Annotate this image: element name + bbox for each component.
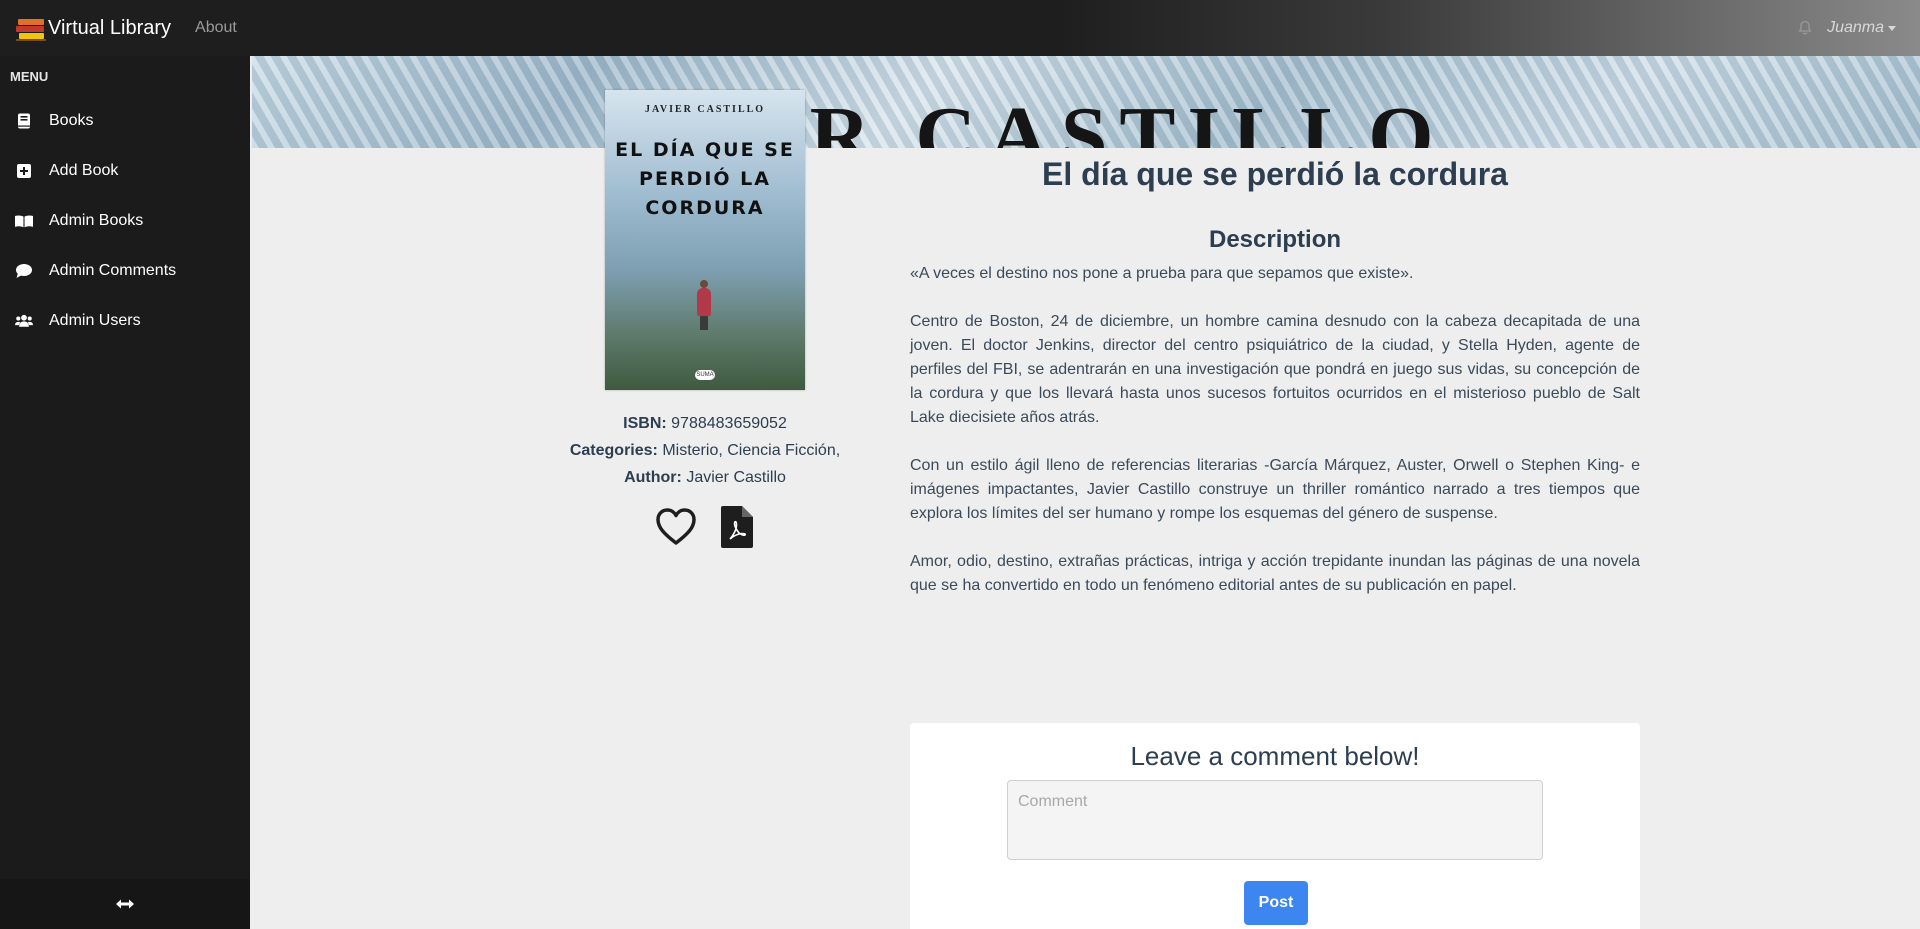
user-menu-dropdown[interactable]: Juanma xyxy=(1827,19,1896,37)
cover-publisher-logo: SUMA xyxy=(695,370,715,380)
sidebar-item-add-book[interactable]: Add Book xyxy=(0,151,250,191)
sidebar-item-label: Admin Books xyxy=(49,212,144,229)
comment-card: Leave a comment below! Post xyxy=(910,723,1640,929)
book-actions xyxy=(655,506,753,548)
sidebar-toggle-button[interactable] xyxy=(0,879,250,929)
sidebar-item-label: Add Book xyxy=(49,162,119,179)
isbn-row: ISBN: 9788483659052 xyxy=(505,410,905,437)
heart-icon[interactable] xyxy=(655,507,697,547)
plus-square-icon xyxy=(15,162,33,180)
sidebar-item-label: Books xyxy=(49,112,94,129)
isbn-label: ISBN: xyxy=(623,415,667,432)
top-navbar: Virtual Library About Juanma xyxy=(0,0,1920,56)
chevron-down-icon xyxy=(1888,25,1896,31)
book-cover-image: JAVIER CASTILLO EL DÍA QUE SE PERDIÓ LA … xyxy=(605,90,805,390)
cover-figure xyxy=(697,280,711,330)
pdf-file-icon[interactable] xyxy=(721,506,753,548)
author-label: Author: xyxy=(624,469,682,486)
categories-row: Categories: Misterio, Ciencia Ficción, xyxy=(505,437,905,464)
book-title: El día que se perdió la cordura xyxy=(1042,156,1508,192)
author-value: Javier Castillo xyxy=(686,469,786,486)
sidebar-item-admin-users[interactable]: Admin Users xyxy=(0,301,250,341)
sidebar-item-label: Admin Users xyxy=(49,312,141,329)
sidebar-item-books[interactable]: Books xyxy=(0,101,250,141)
sidebar-item-admin-comments[interactable]: Admin Comments xyxy=(0,251,250,291)
sidebar-item-label: Admin Comments xyxy=(49,262,177,279)
sidebar-menu-title: MENU xyxy=(10,69,49,84)
brand-link[interactable]: Virtual Library xyxy=(16,16,172,41)
comment-input[interactable] xyxy=(1007,780,1543,860)
author-banner-image: IER CASTILLO xyxy=(252,56,1920,148)
post-comment-button[interactable]: Post xyxy=(1244,881,1308,925)
description-paragraph: Amor, odio, destino, extrañas prácticas,… xyxy=(910,553,1640,594)
comment-heading: Leave a comment below! xyxy=(1130,741,1420,771)
sidebar: MENU Books Add Book Admin Books Admin Co… xyxy=(0,56,250,929)
main-content: IER CASTILLO JAVIER CASTILLO EL DÍA QUE … xyxy=(250,56,1920,929)
user-name: Juanma xyxy=(1827,19,1884,36)
description-text: «A veces el destino nos pone a prueba pa… xyxy=(910,262,1640,622)
comment-icon xyxy=(15,262,33,280)
sidebar-item-admin-books[interactable]: Admin Books xyxy=(0,201,250,241)
description-paragraph: Con un estilo ágil lleno de referencias … xyxy=(910,457,1640,522)
nav-about-link[interactable]: About xyxy=(195,19,237,37)
bell-icon[interactable] xyxy=(1797,20,1813,36)
description-paragraph: Centro de Boston, 24 de diciembre, un ho… xyxy=(910,313,1640,426)
cover-author: JAVIER CASTILLO xyxy=(644,104,766,115)
navbar-right: Juanma xyxy=(1797,0,1896,56)
book-metadata: ISBN: 9788483659052 Categories: Misterio… xyxy=(505,410,905,491)
brand-title: Virtual Library xyxy=(48,16,172,39)
description-paragraph: «A veces el destino nos pone a prueba pa… xyxy=(910,265,1414,282)
library-logo-icon xyxy=(16,16,46,41)
categories-value: Misterio, Ciencia Ficción, xyxy=(662,442,841,459)
banner-text: IER CASTILLO xyxy=(697,90,1446,148)
author-row: Author: Javier Castillo xyxy=(505,464,905,491)
open-book-icon xyxy=(15,212,33,230)
users-icon xyxy=(15,312,33,330)
cover-title: EL DÍA QUE SE PERDIÓ LA CORDURA xyxy=(615,139,795,219)
categories-label: Categories: xyxy=(569,442,658,459)
isbn-value: 9788483659052 xyxy=(671,415,787,432)
book-icon xyxy=(15,112,33,130)
description-heading: Description xyxy=(1208,226,1342,253)
arrows-horizontal-icon xyxy=(116,899,134,909)
